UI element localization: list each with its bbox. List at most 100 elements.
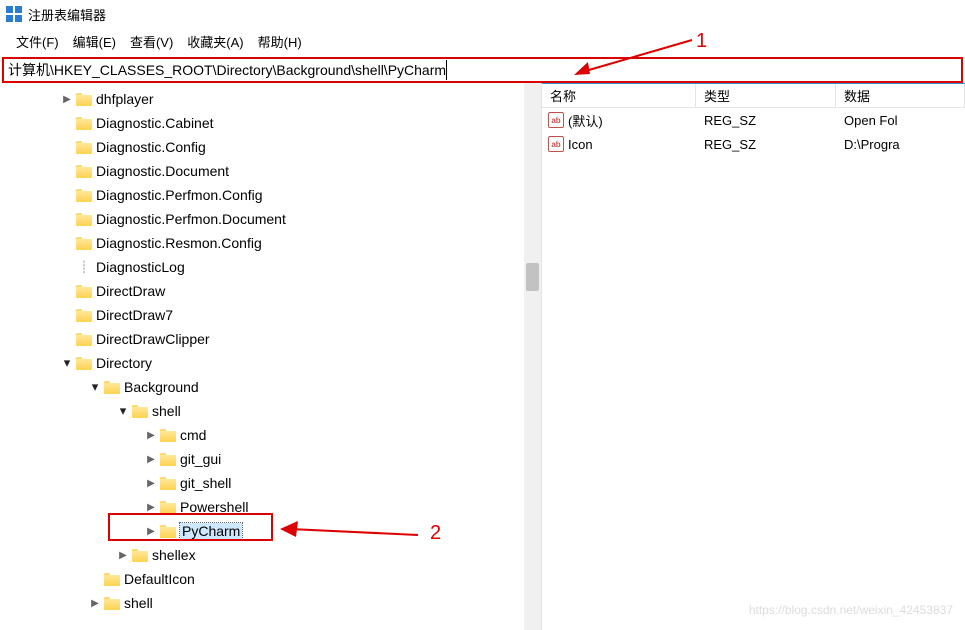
tree-item[interactable]: ▶ git_gui — [10, 447, 541, 471]
folder-icon — [76, 236, 92, 250]
folder-icon — [76, 116, 92, 130]
tree-item[interactable]: ▶Powershell — [10, 495, 541, 519]
value-type: REG_SZ — [696, 113, 836, 128]
chevron-right-icon[interactable]: ▶ — [144, 476, 158, 490]
address-bar[interactable]: 计算机\HKEY_CLASSES_ROOT\Directory\Backgrou… — [2, 57, 963, 83]
app-icon — [6, 6, 22, 22]
chevron-down-icon[interactable]: ▾ — [88, 380, 102, 394]
tree-item[interactable]: ▶ DirectDraw7 — [10, 303, 541, 327]
tree-item[interactable]: ▶ dhfplayer — [10, 87, 541, 111]
chevron-right-icon: ▶ — [60, 260, 74, 274]
menu-file[interactable]: 文件(F) — [10, 30, 65, 53]
list-row[interactable]: abIconREG_SZD:\Progra — [542, 132, 965, 156]
folder-icon — [132, 548, 148, 562]
folder-icon — [160, 500, 176, 514]
chevron-right-icon[interactable]: ▶ — [60, 92, 74, 106]
tree-item[interactable]: ▾ Directory — [10, 351, 541, 375]
menu-favorites[interactable]: 收藏夹(A) — [181, 30, 249, 53]
tree-item-label: Diagnostic.Perfmon.Config — [96, 187, 263, 203]
tree-item-label: Diagnostic.Document — [96, 163, 229, 179]
tree-item[interactable]: ▾shell — [10, 399, 541, 423]
tree-item[interactable]: ▶ Diagnostic.Perfmon.Document — [10, 207, 541, 231]
col-data[interactable]: 数据 — [836, 84, 965, 107]
chevron-right-icon[interactable]: ▶ — [144, 500, 158, 514]
tree-item-label: Diagnostic.Perfmon.Document — [96, 211, 286, 227]
tree-scrollbar[interactable] — [524, 83, 541, 630]
tree-item[interactable]: ▶ cmd — [10, 423, 541, 447]
col-type[interactable]: 类型 — [696, 84, 836, 107]
folder-icon — [104, 380, 120, 394]
tree-item-label: DirectDrawClipper — [96, 331, 210, 347]
menu-edit[interactable]: 编辑(E) — [67, 30, 122, 53]
folder-icon — [76, 332, 92, 346]
string-value-icon: ab — [548, 136, 564, 152]
value-type: REG_SZ — [696, 137, 836, 152]
tree-item[interactable]: ▶ Diagnostic.Perfmon.Config — [10, 183, 541, 207]
tree-item-label: Diagnostic.Config — [96, 139, 206, 155]
tree-item[interactable]: ▶ DirectDrawClipper — [10, 327, 541, 351]
tree-item[interactable]: ▶┊DiagnosticLog — [10, 255, 541, 279]
tree-item[interactable]: ▶ Diagnostic.Resmon.Config — [10, 231, 541, 255]
tree-item-label: DiagnosticLog — [96, 259, 185, 275]
window-title: 注册表编辑器 — [28, 5, 106, 24]
chevron-down-icon[interactable]: ▾ — [60, 356, 74, 370]
chevron-right-icon: ▶ — [60, 332, 74, 346]
watermark: https://blog.csdn.net/weixin_42453837 — [749, 603, 953, 617]
chevron-right-icon[interactable]: ▶ — [88, 596, 102, 610]
chevron-right-icon: ▶ — [60, 116, 74, 130]
value-data: Open Fol — [836, 113, 965, 128]
annotation-label-1: 1 — [696, 30, 707, 53]
chevron-right-icon: ▶ — [60, 140, 74, 154]
tree-item[interactable]: ▶ Diagnostic.Document — [10, 159, 541, 183]
chevron-right-icon[interactable]: ▶ — [144, 452, 158, 466]
address-text: 计算机\HKEY_CLASSES_ROOT\Directory\Backgrou… — [8, 60, 447, 80]
tree-item[interactable]: ▶ Diagnostic.Config — [10, 135, 541, 159]
tree-item-label: Diagnostic.Cabinet — [96, 115, 214, 131]
scroll-thumb[interactable] — [526, 263, 539, 291]
chevron-right-icon: ▶ — [88, 572, 102, 586]
tree-item-label: Directory — [96, 355, 152, 371]
col-name[interactable]: 名称 — [542, 84, 696, 107]
tree-item[interactable]: ▶ Diagnostic.Cabinet — [10, 111, 541, 135]
chevron-right-icon[interactable]: ▶ — [116, 548, 130, 562]
folder-icon — [76, 284, 92, 298]
highlight-box — [108, 513, 273, 541]
tree-item[interactable]: ▶ git_shell — [10, 471, 541, 495]
tree-item-label: cmd — [180, 427, 206, 443]
chevron-right-icon: ▶ — [60, 188, 74, 202]
tree-item[interactable]: ▶shell — [10, 591, 541, 615]
tree-pane: ▶ dhfplayer ▶ Diagnostic.Cabinet ▶ Diagnostic… — [0, 83, 542, 630]
tree-item-label: git_shell — [180, 475, 231, 491]
tree-item[interactable]: ▶PyCharm — [10, 519, 541, 543]
tree-item-label: shellex — [152, 547, 196, 563]
chevron-down-icon[interactable]: ▾ — [116, 404, 130, 418]
chevron-right-icon: ▶ — [60, 164, 74, 178]
chevron-right-icon: ▶ — [60, 236, 74, 250]
tree-item[interactable]: ▶ DefaultIcon — [10, 567, 541, 591]
folder-icon — [76, 92, 92, 106]
folder-icon — [160, 428, 176, 442]
tree-item-label: Background — [124, 379, 199, 395]
menubar: 文件(F) 编辑(E) 查看(V) 收藏夹(A) 帮助(H) — [0, 28, 965, 57]
tree-item[interactable]: ▶DirectDraw — [10, 279, 541, 303]
list-pane: 名称 类型 数据 ab(默认) REG_SZOpen Fol abIconREG_S… — [542, 83, 965, 630]
tree-item-label: git_gui — [180, 451, 221, 467]
tree-item[interactable]: ▾ Background — [10, 375, 541, 399]
tree-item-label: DirectDraw7 — [96, 307, 173, 323]
tree-item[interactable]: ▶ shellex — [10, 543, 541, 567]
folder-icon — [76, 164, 92, 178]
tree-item-label: dhfplayer — [96, 91, 154, 107]
chevron-right-icon: ▶ — [60, 308, 74, 322]
list-row[interactable]: ab(默认)REG_SZOpen Fol — [542, 108, 965, 132]
menu-view[interactable]: 查看(V) — [124, 30, 179, 53]
chevron-right-icon[interactable]: ▶ — [144, 428, 158, 442]
menu-help[interactable]: 帮助(H) — [252, 30, 308, 53]
folder-icon — [160, 476, 176, 490]
value-name: (默认) — [568, 111, 603, 130]
annotation-label-2: 2 — [430, 522, 441, 545]
tree-item-label: DefaultIcon — [124, 571, 195, 587]
tree-item-label: Diagnostic.Resmon.Config — [96, 235, 262, 251]
chevron-right-icon: ▶ — [60, 212, 74, 226]
folder-icon — [76, 188, 92, 202]
folder-icon — [76, 212, 92, 226]
